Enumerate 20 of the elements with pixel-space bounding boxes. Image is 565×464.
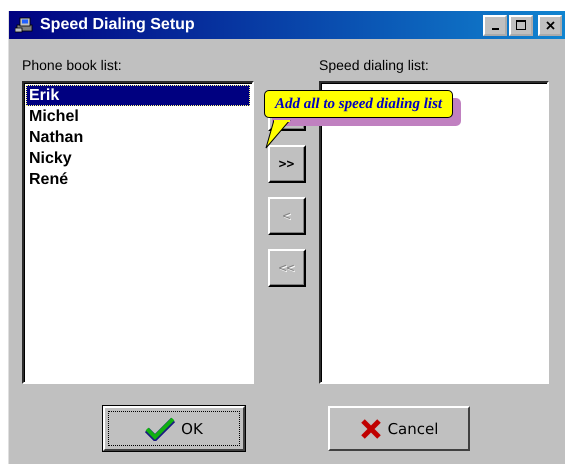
list-item[interactable]: Michel [26,106,250,127]
cancel-button[interactable]: Cancel [328,406,470,451]
minimize-button[interactable] [483,14,507,36]
list-item[interactable]: Erik [26,85,250,106]
close-icon [546,20,554,30]
tooltip-text: Add all to speed dialing list [275,96,442,112]
list-item[interactable]: René [26,169,250,190]
maximize-icon [516,20,526,30]
window-title: Speed Dialing Setup [40,16,196,34]
minimize-icon [492,28,498,30]
cross-icon [360,418,382,440]
move-button[interactable]: >> [268,145,306,183]
list-item[interactable]: Nicky [26,148,250,169]
maximize-button[interactable] [509,14,533,36]
close-button[interactable] [538,14,562,36]
list-label: Speed dialing list: [319,57,430,75]
list-label: Phone book list: [22,57,123,75]
check-icon [145,416,176,440]
list-item[interactable]: Nathan [26,127,250,148]
ok-button[interactable]: OK [103,406,245,451]
